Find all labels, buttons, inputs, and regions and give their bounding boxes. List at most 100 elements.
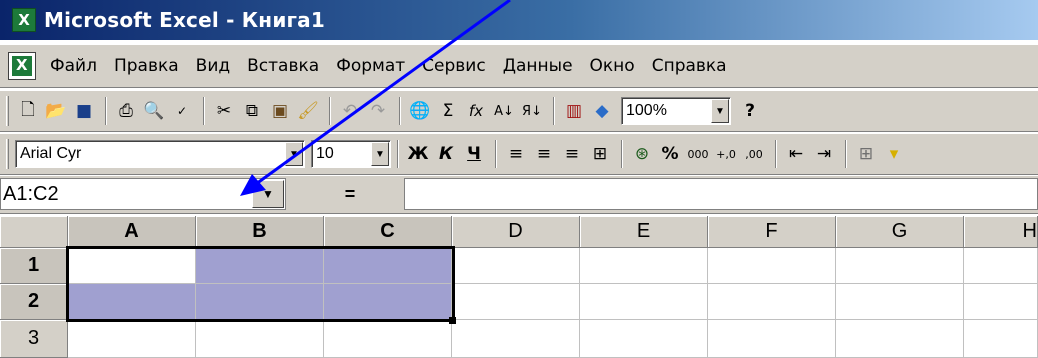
menu-format[interactable]: Формат (336, 56, 405, 76)
copy-icon[interactable]: ⧉ (239, 97, 265, 125)
undo-icon[interactable]: ↶ (337, 97, 363, 125)
menu-file[interactable]: Файл (50, 56, 97, 76)
column-header-e[interactable]: E (580, 216, 708, 248)
print-icon[interactable]: ⎙ (113, 97, 139, 125)
workbook-icon[interactable] (8, 52, 36, 80)
select-all-corner[interactable] (0, 216, 68, 248)
cut-icon[interactable]: ✂ (211, 97, 237, 125)
italic-button[interactable]: К (433, 140, 459, 168)
cell-e2[interactable] (580, 284, 708, 320)
fill-color-icon[interactable]: ▾ (881, 140, 907, 168)
cell-b2[interactable] (196, 284, 324, 320)
cell-f3[interactable] (708, 320, 836, 358)
web-icon[interactable]: 🌐 (407, 97, 433, 125)
new-icon[interactable]: 🗋 (15, 97, 41, 125)
format-painter-icon[interactable]: 🖌 (295, 97, 321, 125)
row-header-3[interactable]: 3 (0, 320, 68, 358)
column-header-h[interactable]: H (964, 216, 1038, 248)
fill-handle[interactable] (449, 317, 456, 324)
percent-button[interactable]: % (657, 140, 683, 168)
cell-f1[interactable] (708, 248, 836, 284)
chevron-down-icon[interactable]: ▼ (371, 142, 389, 166)
underline-button[interactable]: Ч (461, 140, 487, 168)
toolbar-separator (329, 97, 331, 125)
chevron-down-icon[interactable]: ▼ (285, 142, 303, 166)
cell-e3[interactable] (580, 320, 708, 358)
cell-a1[interactable] (68, 248, 196, 284)
column-header-d[interactable]: D (452, 216, 580, 248)
excel-app-icon[interactable]: X (12, 8, 36, 32)
merge-center-icon[interactable]: ⊞ (587, 140, 613, 168)
toolbar-separator (399, 97, 401, 125)
menu-window[interactable]: Окно (590, 56, 635, 76)
decrease-decimal-button[interactable]: ,00 (741, 140, 767, 168)
row-header-2[interactable]: 2 (0, 284, 68, 320)
column-header-f[interactable]: F (708, 216, 836, 248)
paste-icon[interactable]: ▣ (267, 97, 293, 125)
open-icon[interactable]: 📂 (43, 97, 69, 125)
menu-data[interactable]: Данные (503, 56, 573, 76)
column-header-c[interactable]: C (324, 216, 452, 248)
align-left-icon[interactable]: ≡ (503, 140, 529, 168)
decrease-indent-icon[interactable]: ⇤ (783, 140, 809, 168)
cell-c2[interactable] (324, 284, 452, 320)
column-header-b[interactable]: B (196, 216, 324, 248)
menu-edit[interactable]: Правка (114, 56, 179, 76)
chevron-down-icon[interactable]: ▼ (252, 180, 284, 208)
cell-d2[interactable] (452, 284, 580, 320)
cell-h1[interactable] (964, 248, 1038, 284)
align-right-icon[interactable]: ≡ (559, 140, 585, 168)
cell-b3[interactable] (196, 320, 324, 358)
autosum-icon[interactable]: Σ (435, 97, 461, 125)
help-icon[interactable]: ? (737, 97, 763, 125)
font-size-combo[interactable]: 10 ▼ (311, 140, 391, 168)
chevron-down-icon[interactable]: ▼ (711, 99, 729, 123)
name-box[interactable]: A1:C2 (0, 178, 286, 210)
function-icon[interactable]: fx (463, 97, 489, 125)
toolbar-grip[interactable] (6, 96, 9, 126)
cell-g3[interactable] (836, 320, 964, 358)
cell-f2[interactable] (708, 284, 836, 320)
menu-help[interactable]: Справка (652, 56, 727, 76)
borders-icon[interactable]: ⊞ (853, 140, 879, 168)
column-header-a[interactable]: A (68, 216, 196, 248)
cell-d3[interactable] (452, 320, 580, 358)
chart-wizard-icon[interactable]: ▥ (561, 97, 587, 125)
menu-insert[interactable]: Вставка (247, 56, 319, 76)
cell-h2[interactable] (964, 284, 1038, 320)
menu-bar: Файл Правка Вид Вставка Формат Сервис Да… (0, 44, 1038, 88)
cell-b1[interactable] (196, 248, 324, 284)
print-preview-icon[interactable]: 🔍 (141, 97, 167, 125)
edit-formula-button[interactable]: = (302, 180, 398, 208)
cell-g1[interactable] (836, 248, 964, 284)
cell-g2[interactable] (836, 284, 964, 320)
spelling-icon[interactable]: ✓ (169, 97, 195, 125)
zoom-combo[interactable]: 100% ▼ (621, 97, 731, 125)
align-center-icon[interactable]: ≡ (531, 140, 557, 168)
cell-a3[interactable] (68, 320, 196, 358)
cell-c1[interactable] (324, 248, 452, 284)
toolbar-separator (397, 140, 399, 168)
increase-decimal-button[interactable]: +,0 (713, 140, 739, 168)
save-icon[interactable]: ■ (71, 97, 97, 125)
cell-a2[interactable] (68, 284, 196, 320)
formula-input[interactable] (404, 178, 1038, 210)
row-header-1[interactable]: 1 (0, 248, 68, 284)
cell-d1[interactable] (452, 248, 580, 284)
cell-c3[interactable] (324, 320, 452, 358)
sort-descending-icon[interactable]: Я↓ (519, 97, 545, 125)
bold-button[interactable]: Ж (405, 140, 431, 168)
sort-ascending-icon[interactable]: A↓ (491, 97, 517, 125)
thousands-button[interactable]: 000 (685, 140, 711, 168)
toolbar-grip[interactable] (6, 139, 9, 169)
cell-e1[interactable] (580, 248, 708, 284)
drawing-icon[interactable]: ◆ (589, 97, 615, 125)
increase-indent-icon[interactable]: ⇥ (811, 140, 837, 168)
column-header-g[interactable]: G (836, 216, 964, 248)
menu-tools[interactable]: Сервис (422, 56, 486, 76)
font-combo[interactable]: Arial Cyr ▼ (15, 140, 305, 168)
currency-icon[interactable]: ⊛ (629, 140, 655, 168)
cell-h3[interactable] (964, 320, 1038, 358)
redo-icon[interactable]: ↷ (365, 97, 391, 125)
menu-view[interactable]: Вид (196, 56, 230, 76)
